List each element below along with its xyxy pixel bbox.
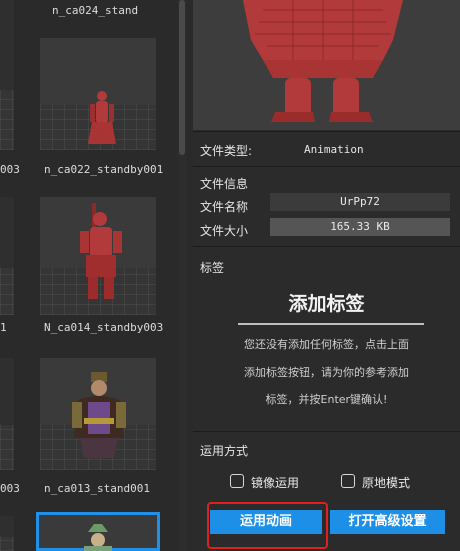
thumbnail-caption-partial: 1 [0, 321, 7, 334]
thumbnail-item[interactable] [40, 38, 156, 150]
character-figure-icon [88, 91, 116, 144]
thumbnail-caption: n_ca024_stand [52, 4, 139, 17]
file-info-title: 文件信息 [200, 177, 249, 191]
tags-section-title: 标签 [200, 261, 225, 275]
inplace-checkbox[interactable] [341, 474, 355, 488]
thumbnail-caption: n_ca013_stand001 [44, 482, 150, 495]
thumbnail-caption: N_ca014_standby003 [44, 321, 164, 334]
thumbnail-partial[interactable] [0, 197, 14, 315]
advanced-settings-button[interactable]: 打开高级设置 [330, 510, 445, 534]
thumbnail-caption-partial: 003 [0, 163, 20, 176]
thumbnail-item[interactable] [40, 197, 156, 315]
tags-hint-line: 添加标签按钮，请为你的参考添加 [244, 366, 409, 379]
character-figure-icon [80, 203, 122, 299]
mirror-checkbox-label: 镜像运用 [251, 476, 300, 490]
highlight-annotation [207, 502, 328, 549]
tags-hint-line: 您还没有添加任何标签，点击上面 [244, 338, 409, 351]
character-preview-icon [243, 0, 403, 122]
file-type-value: Animation [304, 143, 364, 156]
thumbnail-caption: n_ca022_standby001 [44, 163, 164, 176]
file-name-label: 文件名称 [200, 200, 249, 214]
grid-scrollbar-thumb[interactable] [179, 0, 185, 155]
inplace-checkbox-label: 原地模式 [362, 476, 411, 490]
add-tag-underline [238, 323, 424, 325]
thumbnail-partial[interactable] [0, 0, 14, 150]
add-tag-button[interactable]: 添加标签 [193, 289, 460, 316]
thumbnail-grid: 003 1 003 n_ca024_stand n_ca022_standby0… [0, 0, 190, 551]
file-type-label: 文件类型: [200, 144, 253, 158]
mirror-checkbox[interactable] [230, 474, 244, 488]
thumbnail-item-selected[interactable] [36, 512, 160, 551]
thumbnail-partial[interactable] [0, 358, 14, 470]
character-figure-icon [84, 524, 112, 551]
apply-section-title: 运用方式 [200, 444, 249, 458]
file-size-field: 165.33 KB [270, 218, 450, 236]
file-name-field: UrPp72 [270, 193, 450, 211]
thumbnail-caption-partial: 003 [0, 482, 20, 495]
thumbnail-partial[interactable] [0, 516, 14, 551]
tags-hint-line: 标签，并按Enter键确认! [265, 393, 388, 406]
model-preview[interactable] [193, 0, 460, 130]
thumbnail-item[interactable] [40, 358, 156, 470]
file-size-label: 文件大小 [200, 224, 249, 238]
character-figure-icon [72, 372, 126, 458]
